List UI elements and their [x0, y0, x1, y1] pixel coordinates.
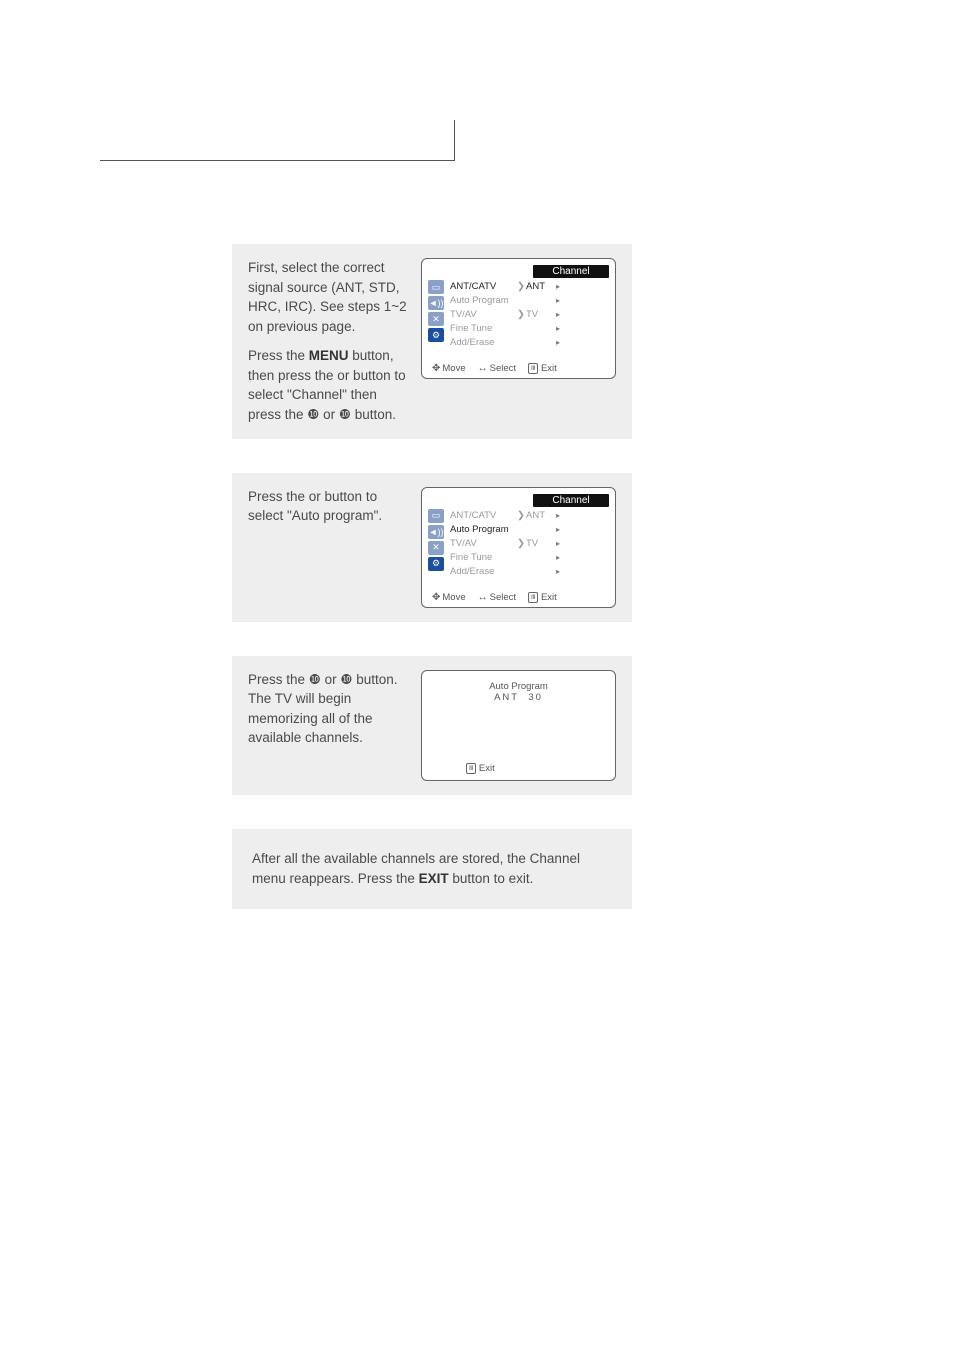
step-1-para-2: Press the MENU button, then press the or…: [248, 346, 407, 424]
osd-menu-list: ANT/CATV ❯ ANT ▸ Auto Program ▸: [444, 280, 609, 349]
header-rule: [100, 120, 455, 161]
exit-icon: III: [528, 592, 538, 603]
menu-antcatv: ANT/CATV ❯ ANT ▸: [450, 509, 609, 522]
step-3-osd-wrap: Auto Program ANT 30 IIIExit: [421, 670, 616, 781]
tool-icon: ✕: [428, 541, 444, 555]
exit-icon: III: [528, 363, 538, 374]
auto-program-osd: Auto Program ANT 30 IIIExit: [421, 670, 616, 781]
content-column: First, select the correct signal source …: [232, 244, 632, 909]
setup-icon: ⚙: [428, 557, 444, 571]
auto-sub: ANT 30: [432, 692, 605, 703]
step-1-osd-wrap: Channel ▭ ◄)) ✕ ⚙ ANT/CATV ❯ AN: [421, 258, 616, 425]
step-1: First, select the correct signal source …: [232, 244, 632, 439]
sound-icon: ◄)): [428, 296, 444, 310]
exit-hint: IIIExit: [528, 592, 557, 603]
auto-exit-hint: IIIExit: [432, 763, 605, 774]
menu-tvav: TV/AV ❯ TV ▸: [450, 537, 609, 550]
step-3: Press the ❿ or ❿ button. The TV will beg…: [232, 656, 632, 795]
osd-body: ▭ ◄)) ✕ ⚙ ANT/CATV ❯ ANT ▸: [428, 280, 609, 349]
osd-menu-list-2: ANT/CATV ❯ ANT ▸ Auto Program ▸: [444, 509, 609, 578]
menu-finetune: Fine Tune ▸: [450, 551, 609, 564]
auto-title: Auto Program: [432, 681, 605, 692]
setup-icon: ⚙: [428, 328, 444, 342]
move-hint: ✥Move: [432, 363, 466, 374]
select-hint: ↔Select: [478, 592, 516, 603]
osd-title: Channel: [533, 265, 609, 278]
channel-osd-2: Channel ▭ ◄)) ✕ ⚙ ANT/CATV ❯ AN: [421, 487, 616, 608]
step-2-para: Press the or button to select "Auto prog…: [248, 487, 407, 526]
tool-icon: ✕: [428, 312, 444, 326]
menu-adderase: Add/Erase ▸: [450, 336, 609, 349]
step-1-para-1: First, select the correct signal source …: [248, 258, 407, 336]
menu-label: MENU: [309, 348, 349, 363]
step-2-text: Press the or button to select "Auto prog…: [248, 487, 407, 608]
osd-title-2: Channel: [533, 494, 609, 507]
menu-antcatv: ANT/CATV ❯ ANT ▸: [450, 280, 609, 293]
osd-body-2: ▭ ◄)) ✕ ⚙ ANT/CATV ❯ ANT ▸: [428, 509, 609, 578]
step-3-para: Press the ❿ or ❿ button. The TV will beg…: [248, 670, 407, 748]
menu-finetune: Fine Tune ▸: [450, 322, 609, 335]
step-2-osd-wrap: Channel ▭ ◄)) ✕ ⚙ ANT/CATV ❯ AN: [421, 487, 616, 608]
menu-adderase: Add/Erase ▸: [450, 565, 609, 578]
exit-label: EXIT: [419, 871, 449, 886]
step-4: After all the available channels are sto…: [232, 829, 632, 910]
step-2: Press the or button to select "Auto prog…: [232, 473, 632, 622]
menu-autoprogram: Auto Program ▸: [450, 523, 609, 536]
sound-icon: ◄)): [428, 525, 444, 539]
step-1-text: First, select the correct signal source …: [248, 258, 407, 425]
exit-icon: III: [466, 763, 476, 774]
osd-footer-2: ✥Move ↔Select IIIExit: [428, 592, 609, 603]
select-hint: ↔Select: [478, 363, 516, 374]
step-3-text: Press the ❿ or ❿ button. The TV will beg…: [248, 670, 407, 781]
exit-hint: IIIExit: [528, 363, 557, 374]
channel-osd-1: Channel ▭ ◄)) ✕ ⚙ ANT/CATV ❯ AN: [421, 258, 616, 379]
menu-tvav: TV/AV ❯ TV ▸: [450, 308, 609, 321]
menu-autoprogram: Auto Program ▸: [450, 294, 609, 307]
manual-page: First, select the correct signal source …: [0, 0, 954, 1351]
osd-icon-column: ▭ ◄)) ✕ ⚙: [428, 280, 444, 349]
move-hint: ✥Move: [432, 592, 466, 603]
picture-icon: ▭: [428, 509, 444, 523]
osd-icon-column-2: ▭ ◄)) ✕ ⚙: [428, 509, 444, 578]
osd-footer: ✥Move ↔Select IIIExit: [428, 363, 609, 374]
picture-icon: ▭: [428, 280, 444, 294]
